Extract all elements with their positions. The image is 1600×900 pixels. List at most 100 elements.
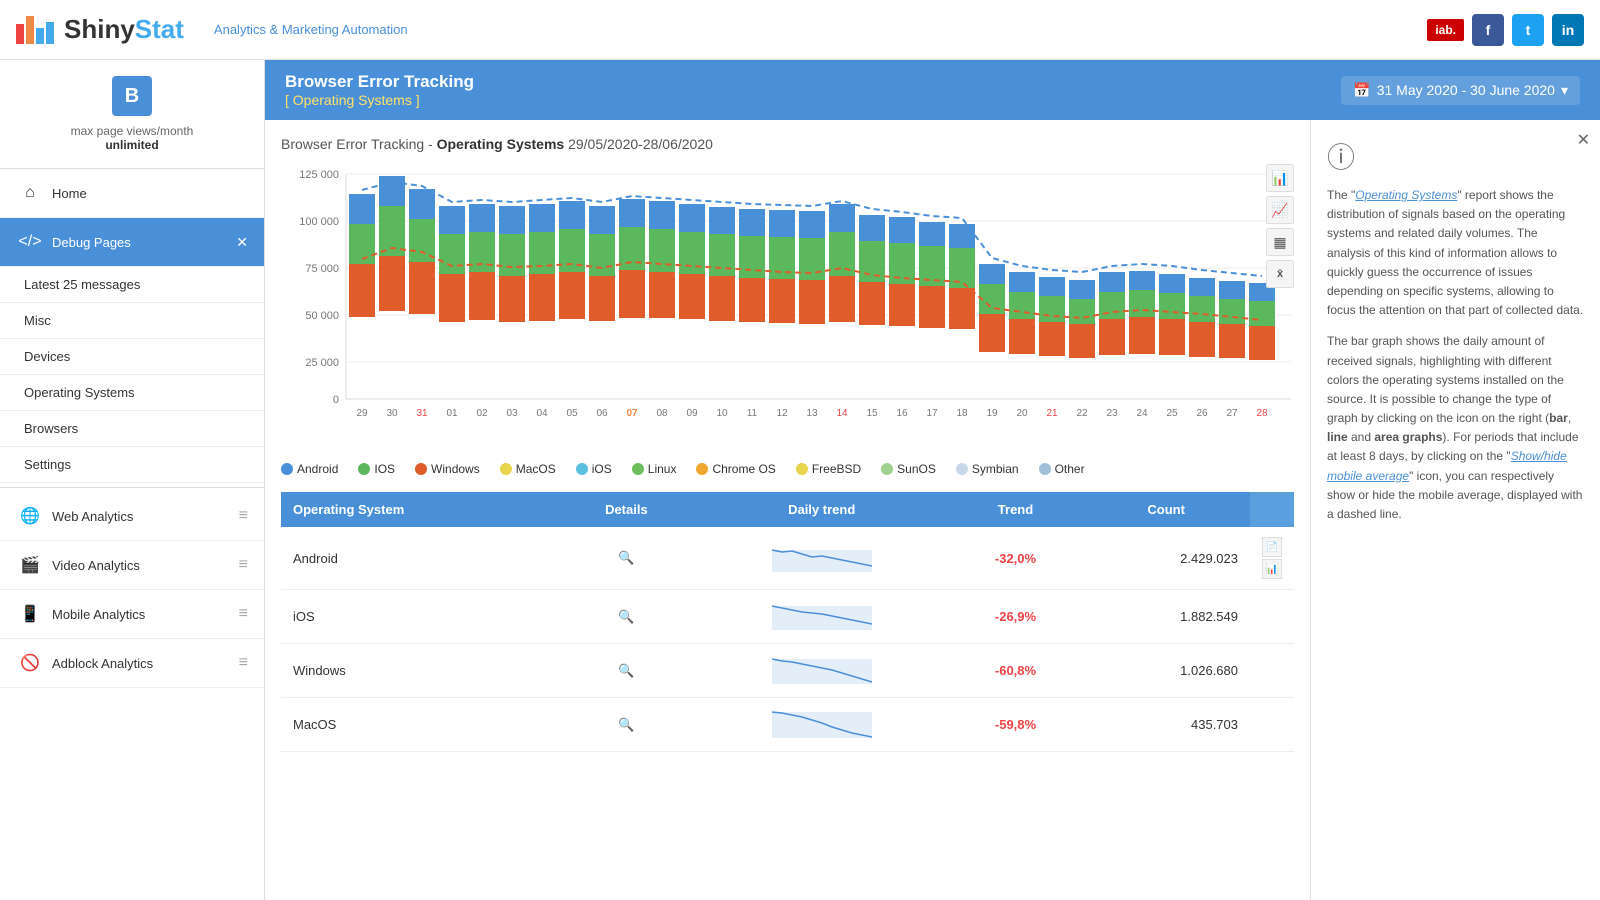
toggle-avg-button[interactable]: x̄ [1266, 260, 1294, 288]
sidebar-home-label: Home [52, 186, 87, 201]
user-plan: unlimited [16, 138, 248, 152]
export-ios[interactable] [1250, 590, 1294, 644]
count-android: 2.429.023 [1082, 527, 1250, 590]
sidebar-item-browsers[interactable]: Browsers [0, 411, 264, 447]
logo-bar-2 [26, 16, 34, 44]
os-name-macos: MacOS [281, 698, 558, 752]
bar-chart-button[interactable]: 📊 [1266, 164, 1294, 192]
sidebar-debug-label: Debug Pages [52, 235, 131, 250]
legend-label-chromeos: Chrome OS [712, 462, 775, 476]
sidebar-item-misc[interactable]: Misc [0, 303, 264, 339]
info-italic-os: Operating Systems [1355, 188, 1457, 202]
legend-dot-windows [415, 463, 427, 475]
date-range-picker[interactable]: 📅 31 May 2020 - 30 June 2020 ▾ [1341, 76, 1580, 105]
content-area: Browser Error Tracking [ Operating Syste… [265, 60, 1600, 900]
svg-text:28: 28 [1256, 408, 1268, 419]
sidebar-item-mobile-analytics[interactable]: 📱 Mobile Analytics ≡ [0, 590, 264, 639]
legend-label-windows: Windows [431, 462, 480, 476]
svg-text:27: 27 [1226, 408, 1238, 419]
sidebar-item-video-analytics[interactable]: 🎬 Video Analytics ≡ [0, 541, 264, 590]
export-xls-icon[interactable]: 📊 [1262, 559, 1282, 579]
video-analytics-menu-icon[interactable]: ≡ [239, 556, 248, 574]
sidebar-item-adblock-analytics[interactable]: 🚫 Adblock Analytics ≡ [0, 639, 264, 688]
content-body: Browser Error Tracking - Operating Syste… [265, 120, 1600, 900]
details-android[interactable]: 🔍 [558, 527, 695, 590]
area-chart-button[interactable]: ▦ [1266, 228, 1294, 256]
chart-title: Browser Error Tracking - Operating Syste… [281, 136, 1294, 152]
svg-text:24: 24 [1136, 408, 1148, 419]
svg-text:18: 18 [956, 408, 968, 419]
details-ios[interactable]: 🔍 [558, 590, 695, 644]
debug-icon: </> [16, 228, 44, 256]
sidebar-item-latest[interactable]: Latest 25 messages [0, 267, 264, 303]
details-macos[interactable]: 🔍 [558, 698, 695, 752]
legend-label-symbian: Symbian [972, 462, 1019, 476]
date-range-text: 31 May 2020 - 30 June 2020 [1377, 82, 1555, 98]
svg-text:17: 17 [926, 408, 938, 419]
page-header-title: Browser Error Tracking [285, 72, 474, 92]
sidebar-item-settings[interactable]: Settings [0, 447, 264, 483]
info-bold-area: area graphs [1374, 430, 1442, 444]
line-chart-button[interactable]: 📈 [1266, 196, 1294, 224]
details-windows[interactable]: 🔍 [558, 644, 695, 698]
info-bold-line: line [1327, 430, 1348, 444]
table-row: Windows 🔍 -60,8% 1.026.680 [281, 644, 1294, 698]
sparkline-ios [772, 600, 872, 630]
svg-text:05: 05 [566, 408, 578, 419]
sparkline-android [772, 542, 872, 572]
iab-logo: iab. [1427, 19, 1464, 41]
sidebar: B max page views/month unlimited ⌂ Home … [0, 60, 265, 900]
adblock-analytics-menu-icon[interactable]: ≡ [239, 654, 248, 672]
svg-text:21: 21 [1046, 408, 1058, 419]
export-windows[interactable] [1250, 644, 1294, 698]
web-analytics-menu-icon[interactable]: ≡ [239, 507, 248, 525]
chart-wrapper: 📊 📈 ▦ x̄ [281, 164, 1294, 476]
web-analytics-label: Web Analytics [52, 509, 239, 524]
legend-dot-chromeos [696, 463, 708, 475]
sidebar-item-debug[interactable]: </> Debug Pages ✕ [0, 218, 264, 267]
svg-text:14: 14 [836, 408, 848, 419]
legend-dot-macos [500, 463, 512, 475]
twitter-button[interactable]: t [1512, 14, 1544, 46]
svg-text:30: 30 [386, 408, 398, 419]
sidebar-item-operating-systems[interactable]: Operating Systems [0, 375, 264, 411]
divider [0, 487, 264, 488]
mobile-analytics-label: Mobile Analytics [52, 607, 239, 622]
legend-dot-other [1039, 463, 1051, 475]
chevron-down-icon: ▾ [1561, 82, 1568, 99]
user-section: B max page views/month unlimited [0, 60, 264, 169]
user-info-label: max page views/month [71, 124, 194, 138]
mobile-analytics-menu-icon[interactable]: ≡ [239, 605, 248, 623]
linkedin-button[interactable]: in [1552, 14, 1584, 46]
legend-dot-ios [358, 463, 370, 475]
svg-text:04: 04 [536, 408, 548, 419]
logo-bar-1 [16, 24, 24, 44]
info-icon: ⓘ [1327, 136, 1584, 176]
sidebar-item-devices[interactable]: Devices [0, 339, 264, 375]
sidebar-item-home[interactable]: ⌂ Home [0, 169, 264, 218]
sidebar-item-web-analytics[interactable]: 🌐 Web Analytics ≡ [0, 492, 264, 541]
os-name-ios: iOS [281, 590, 558, 644]
svg-text:0: 0 [333, 394, 339, 406]
export-android[interactable]: 📄 📊 [1250, 527, 1294, 590]
legend-label-freebsd: FreeBSD [812, 462, 861, 476]
export-csv-icon[interactable]: 📄 [1262, 537, 1282, 557]
close-icon[interactable]: ✕ [236, 234, 248, 251]
chart-panel: Browser Error Tracking - Operating Syste… [265, 120, 1310, 900]
os-name-windows: Windows [281, 644, 558, 698]
legend-chromeos: Chrome OS [696, 462, 775, 476]
info-italic-avg: Show/hide mobile average [1327, 449, 1567, 482]
svg-text:31: 31 [416, 408, 428, 419]
trend-android: -32,0% [949, 527, 1083, 590]
page-header: Browser Error Tracking [ Operating Syste… [265, 60, 1600, 120]
col-header-daily-trend: Daily trend [695, 492, 949, 527]
export-macos[interactable] [1250, 698, 1294, 752]
facebook-button[interactable]: f [1472, 14, 1504, 46]
legend-other: Other [1039, 462, 1085, 476]
svg-text:22: 22 [1076, 408, 1088, 419]
legend-sunos: SunOS [881, 462, 936, 476]
table-row: Android 🔍 -32,0% 2.429.023 [281, 527, 1294, 590]
legend-label-sunos: SunOS [897, 462, 936, 476]
logo-text: ShinyStat [64, 14, 184, 45]
close-button[interactable]: ✕ [1577, 130, 1590, 150]
